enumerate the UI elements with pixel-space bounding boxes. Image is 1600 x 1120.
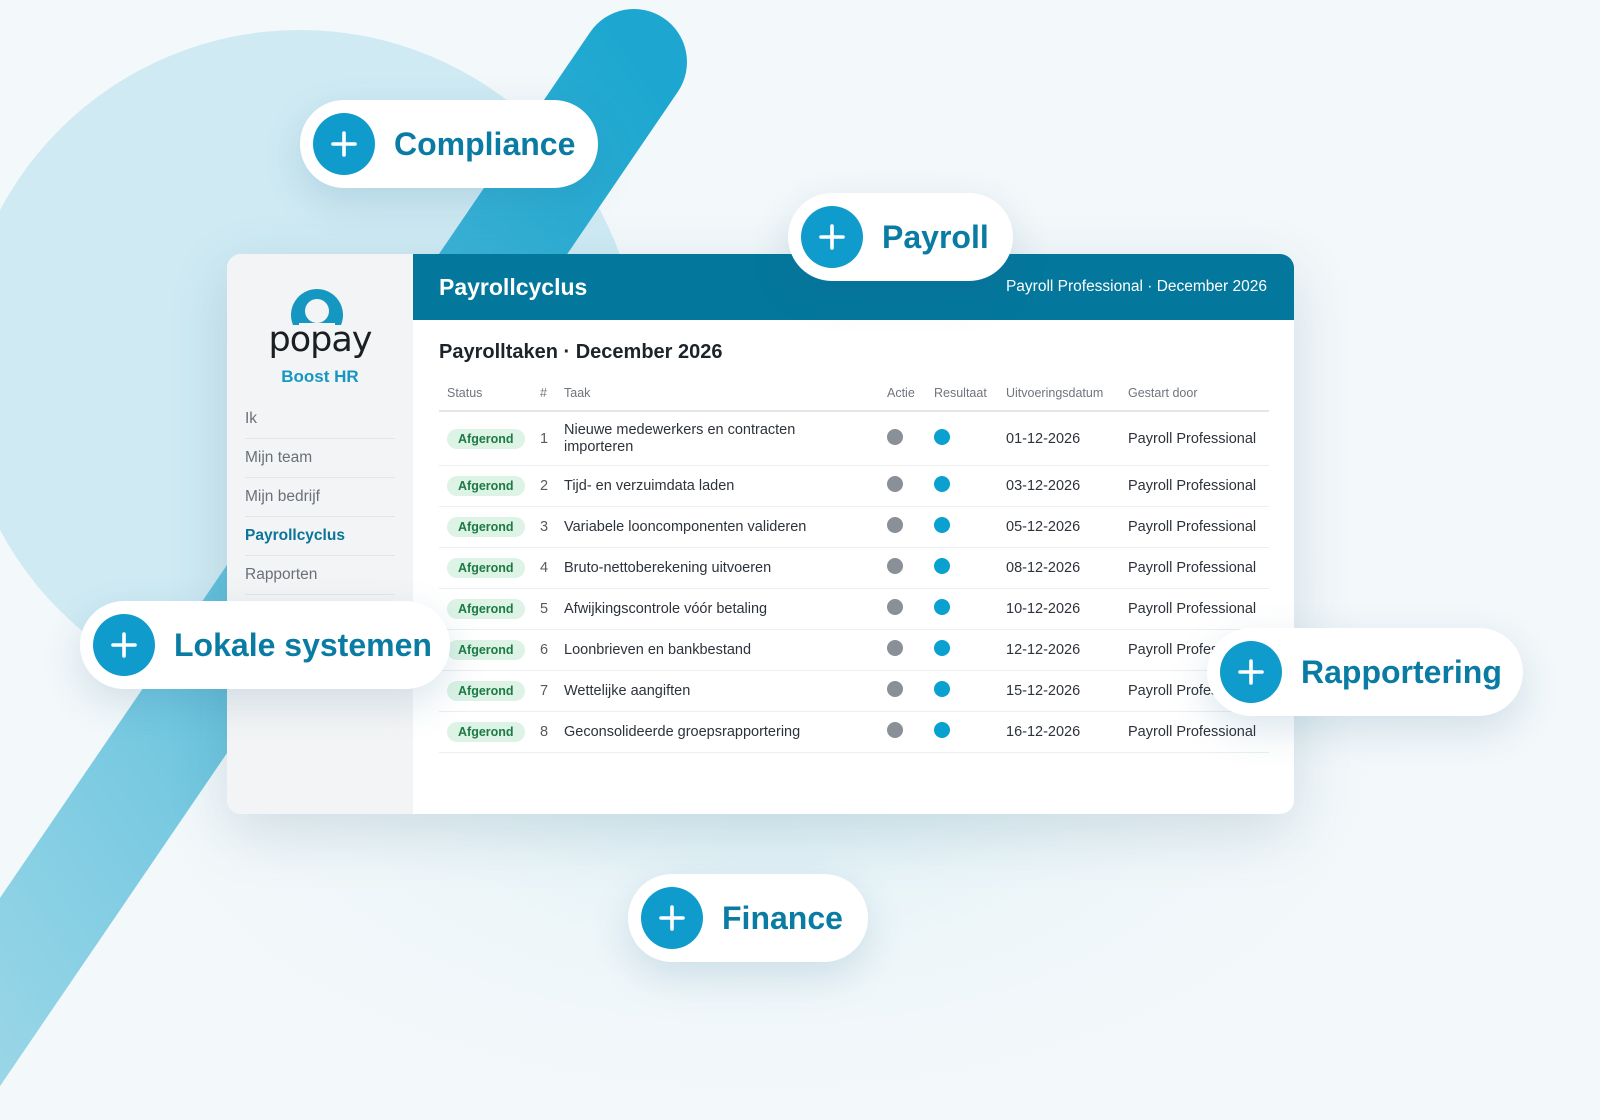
task-name: Loonbrieven en bankbestand xyxy=(556,629,879,671)
task-name: Wettelijke aangiften xyxy=(556,670,879,712)
table-row: Afgerond 3 Variabele looncomponenten val… xyxy=(439,506,1269,548)
status-badge: Afgerond xyxy=(447,599,525,619)
action-icon[interactable] xyxy=(887,599,903,615)
sidebar-item-mijn-bedrijf[interactable]: Mijn bedrijf xyxy=(245,478,395,517)
task-name: Nieuwe medewerkers en contracten importe… xyxy=(556,411,879,466)
result-icon xyxy=(934,599,950,615)
execution-date: 03-12-2026 xyxy=(998,465,1120,507)
action-icon[interactable] xyxy=(887,517,903,533)
execution-date: 01-12-2026 xyxy=(998,411,1120,466)
action-icon[interactable] xyxy=(887,428,903,445)
task-name: Afwijkingscontrole vóór betaling xyxy=(556,588,879,630)
plus-icon xyxy=(801,206,863,268)
table-row: Afgerond 2 Tijd- en verzuimdata laden 03… xyxy=(439,465,1269,507)
sidebar-item-payrollcyclus[interactable]: Payrollcyclus xyxy=(245,517,395,556)
execution-date: 16-12-2026 xyxy=(998,711,1120,753)
column-header-status: Status xyxy=(439,376,532,412)
result-icon xyxy=(934,681,950,697)
section-title: Payrolltaken · December 2026 xyxy=(439,341,723,363)
table-row: Afgerond 6 Loonbrieven en bankbestand 12… xyxy=(439,629,1269,671)
module-pill-payroll[interactable]: Payroll xyxy=(788,193,1013,281)
table-row: Afgerond 8 Geconsolideerde groepsrapport… xyxy=(439,711,1269,753)
sidebar: popay Boost HR Ik Mijn team Mijn bedrijf… xyxy=(227,254,413,814)
sidebar-item-rapporten[interactable]: Rapporten xyxy=(245,556,395,595)
status-badge: Afgerond xyxy=(447,476,525,496)
result-icon xyxy=(934,517,950,533)
module-label: Compliance xyxy=(394,126,576,162)
started-by: Payroll Professional xyxy=(1120,465,1269,507)
task-number: 6 xyxy=(532,629,556,671)
task-number: 1 xyxy=(532,411,556,466)
table-row: Afgerond 7 Wettelijke aangiften 15-12-20… xyxy=(439,670,1269,712)
logo-wordmark: popay xyxy=(268,320,372,360)
task-number: 3 xyxy=(532,506,556,548)
status-badge: Afgerond xyxy=(447,428,525,449)
column-header-number: # xyxy=(532,376,556,412)
plus-icon xyxy=(93,614,155,676)
status-badge: Afgerond xyxy=(447,517,525,537)
action-icon[interactable] xyxy=(887,476,903,492)
task-name: Geconsolideerde groepsrapportering xyxy=(556,711,879,753)
column-header-action: Actie xyxy=(879,376,926,412)
execution-date: 12-12-2026 xyxy=(998,629,1120,671)
module-pill-finance[interactable]: Finance xyxy=(628,874,868,962)
logo-subtitle: Boost HR xyxy=(281,367,359,386)
started-by: Payroll Professional xyxy=(1120,588,1269,630)
status-badge: Afgerond xyxy=(447,681,525,701)
task-number: 5 xyxy=(532,588,556,630)
table-header-row: Status # Taak Actie Resultaat Uitvoering… xyxy=(439,376,1269,412)
module-label: Payroll xyxy=(882,219,989,255)
module-pill-lokale-systemen[interactable]: Lokale systemen xyxy=(80,601,450,689)
sidebar-item-mijn-team[interactable]: Mijn team xyxy=(245,439,395,478)
table-row: Afgerond 1 Nieuwe medewerkers en contrac… xyxy=(439,411,1269,466)
action-icon[interactable] xyxy=(887,640,903,656)
task-number: 4 xyxy=(532,547,556,589)
task-name: Tijd- en verzuimdata laden xyxy=(556,465,879,507)
status-badge: Afgerond xyxy=(447,558,525,578)
started-by: Payroll Professional xyxy=(1120,411,1269,466)
module-pill-rapportering[interactable]: Rapportering xyxy=(1207,628,1523,716)
execution-date: 10-12-2026 xyxy=(998,588,1120,630)
started-by: Payroll Professional xyxy=(1120,547,1269,589)
module-label: Finance xyxy=(722,900,843,936)
result-icon xyxy=(934,428,950,445)
action-icon[interactable] xyxy=(887,558,903,574)
started-by: Payroll Professional xyxy=(1120,506,1269,548)
sidebar-item-ik[interactable]: Ik xyxy=(245,400,395,439)
action-icon[interactable] xyxy=(887,722,903,738)
app-window: popay Boost HR Ik Mijn team Mijn bedrijf… xyxy=(227,254,1294,814)
result-icon xyxy=(934,558,950,574)
module-label: Rapportering xyxy=(1301,654,1502,690)
result-icon xyxy=(934,640,950,656)
header-meta: Payroll Professional · December 2026 xyxy=(1005,278,1267,295)
column-header-started-by: Gestart door xyxy=(1120,376,1269,412)
task-number: 2 xyxy=(532,465,556,507)
task-number: 8 xyxy=(532,711,556,753)
status-badge: Afgerond xyxy=(447,640,525,660)
module-pill-compliance[interactable]: Compliance xyxy=(300,100,598,188)
started-by: Payroll Professional xyxy=(1120,711,1269,753)
status-badge: Afgerond xyxy=(447,722,525,742)
result-icon xyxy=(934,722,950,738)
execution-date: 05-12-2026 xyxy=(998,506,1120,548)
column-header-result: Resultaat xyxy=(926,376,998,412)
sidebar-nav: Ik Mijn team Mijn bedrijf Payrollcyclus … xyxy=(245,400,395,595)
result-icon xyxy=(934,476,950,492)
tasks-table: Status # Taak Actie Resultaat Uitvoering… xyxy=(439,376,1269,753)
table-row: Afgerond 5 Afwijkingscontrole vóór betal… xyxy=(439,588,1269,630)
execution-date: 08-12-2026 xyxy=(998,547,1120,589)
plus-icon xyxy=(313,113,375,175)
column-header-task: Taak xyxy=(556,376,879,412)
plus-icon xyxy=(641,887,703,949)
task-name: Variabele looncomponenten valideren xyxy=(556,506,879,548)
column-header-date: Uitvoeringsdatum xyxy=(998,376,1120,412)
page-title: Payrollcyclus xyxy=(439,274,588,300)
table-row: Afgerond 4 Bruto-nettoberekening uitvoer… xyxy=(439,547,1269,589)
module-label: Lokale systemen xyxy=(174,627,432,663)
action-icon[interactable] xyxy=(887,681,903,697)
task-name: Bruto-nettoberekening uitvoeren xyxy=(556,547,879,589)
plus-icon xyxy=(1220,641,1282,703)
task-number: 7 xyxy=(532,670,556,712)
execution-date: 15-12-2026 xyxy=(998,670,1120,712)
